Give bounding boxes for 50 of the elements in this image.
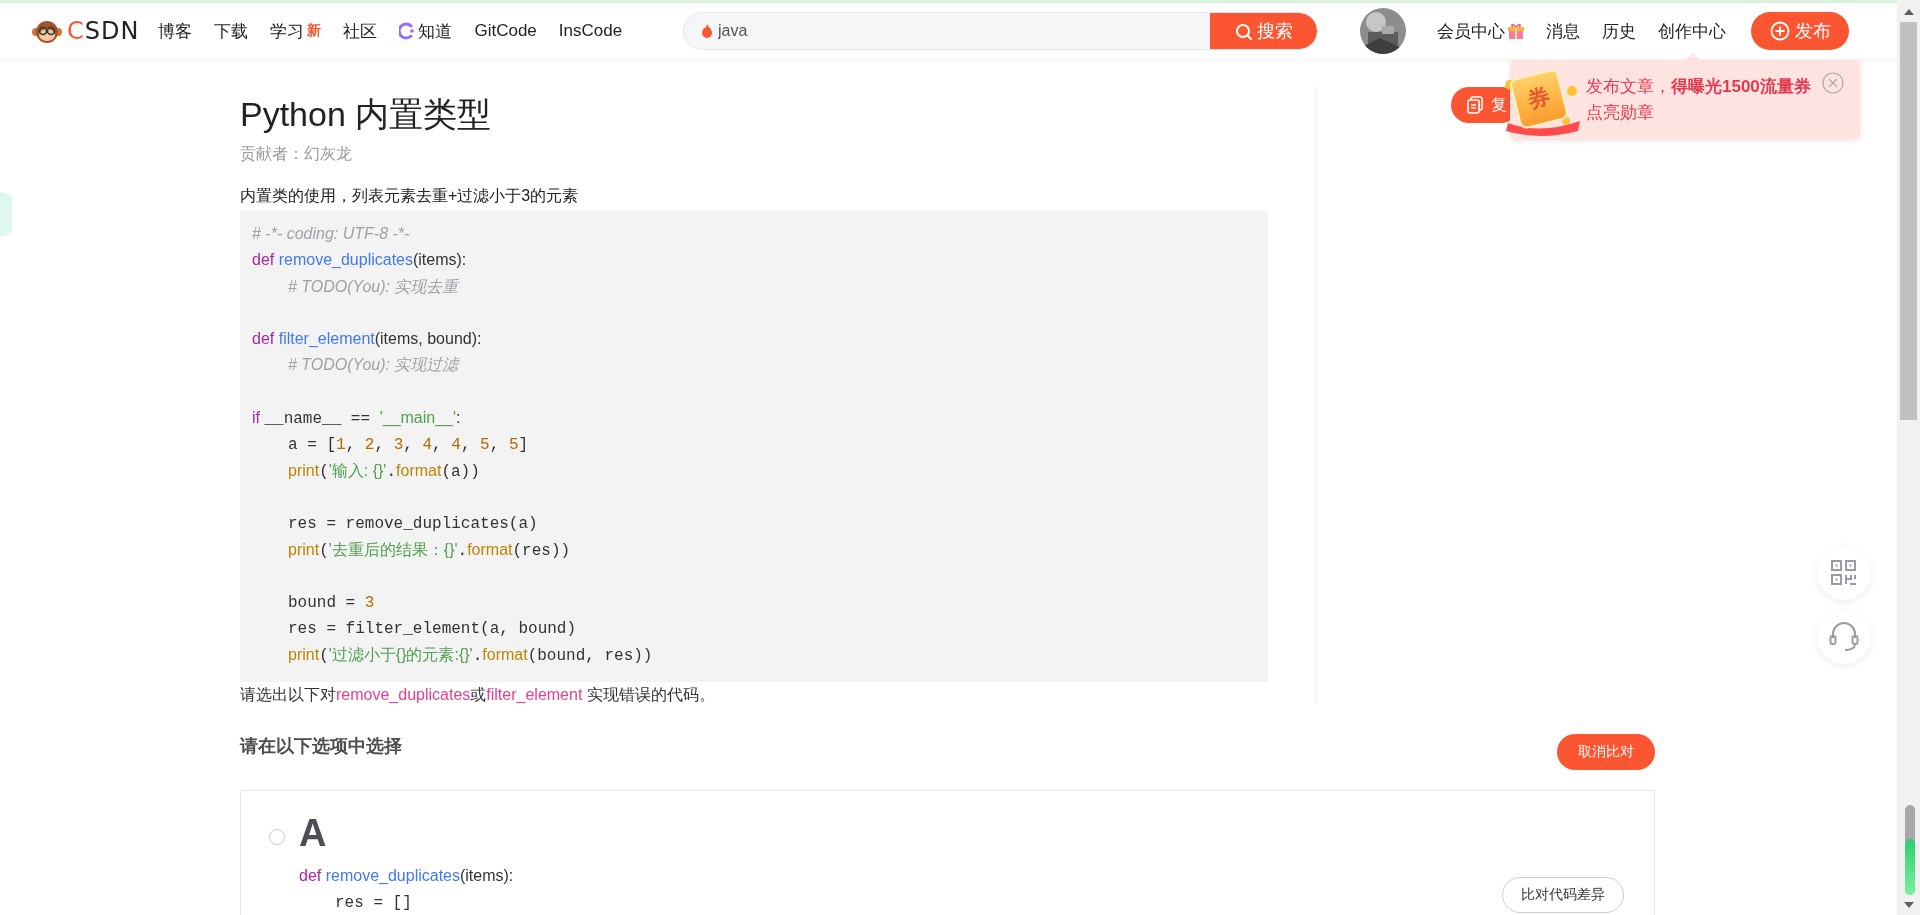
code-line: a = [1, 2, 3, 4, 4, 5, 5] (287, 435, 530, 457)
code-line: res = remove_duplicates(a) (287, 514, 539, 536)
gift-icon (1508, 23, 1524, 39)
nav-link[interactable]: InsCode (547, 21, 634, 41)
headset-icon (1829, 622, 1859, 652)
logo-text: CSDN (67, 17, 140, 45)
nav-link[interactable]: 消息 (1535, 19, 1591, 43)
scroll-down-icon[interactable] (1903, 900, 1915, 910)
nav-link[interactable]: 学习 新 (259, 19, 333, 43)
copy-icon (1467, 96, 1483, 114)
nav-link[interactable]: GitCode (463, 21, 548, 41)
code-line: print('输入: {}'.format(a)) (287, 460, 481, 483)
close-icon[interactable] (1822, 72, 1844, 94)
option-letter: A (299, 813, 328, 854)
code-line: def remove_duplicates(items): (299, 866, 514, 887)
code-line: if __name__ == '__main__': (252, 408, 462, 431)
code-line: # TODO(You): 实现去重 (287, 276, 461, 297)
article-title: Python 内置类型 (240, 94, 493, 135)
code-line: print('过滤小于{}的元素:{}'.format(bound, res)) (287, 644, 654, 667)
nav-link[interactable]: 创作中心 (1647, 19, 1737, 43)
code-line: res = filter_element(a, bound) (287, 619, 578, 641)
promo-text: 点亮勋章 (1586, 102, 1655, 124)
nav-link[interactable]: 会员中心 (1426, 19, 1535, 43)
search-icon (1234, 22, 1252, 40)
description-text: 内置类的使用，列表元素去重+过滤小于3的元素 (240, 186, 580, 206)
code-line: print('去重后的结果：{}'.format(res)) (287, 539, 572, 562)
promo-text: 发布文章，得曝光1500流量券 (1586, 76, 1811, 98)
code-line: def remove_duplicates(items): (252, 250, 468, 271)
c-logo-icon (399, 22, 416, 40)
question-text: 请选出以下对remove_duplicates或filter_element 实现错误的代码。 (240, 685, 716, 706)
coupon-ticket: 券 (1508, 67, 1570, 131)
code-line: def filter_element(items, bound): (252, 329, 483, 350)
code-line: res = [] (334, 893, 413, 915)
nav-link[interactable]: 知道 (388, 19, 464, 43)
code-line: bound = 3 (287, 593, 376, 615)
code-line: # -*- coding: UTF-8 -*- (252, 224, 411, 244)
section-heading: 请在以下选项中选择 (240, 735, 402, 759)
nav-link[interactable]: 历史 (1591, 19, 1647, 43)
search-field[interactable]: java 搜索 (683, 12, 1318, 50)
plus-circle-icon (1769, 21, 1790, 41)
nav-link[interactable]: 社区 (332, 19, 389, 43)
qr-code-icon (1831, 560, 1857, 586)
contributor-text: 贡献者：幻灰龙 (240, 144, 353, 164)
compare-button[interactable]: 比对代码差异 (1502, 877, 1624, 914)
code-line: # TODO(You): 实现过滤 (287, 355, 461, 376)
scrollbar-thumb[interactable] (1900, 22, 1917, 420)
option-card[interactable]: A def remove_duplicates(items): res = [] 比对代码差异 (240, 790, 1655, 915)
nav-link[interactable]: 下载 (203, 19, 260, 43)
nav-link[interactable]: 博客 (147, 19, 204, 43)
flame-icon (700, 23, 714, 39)
